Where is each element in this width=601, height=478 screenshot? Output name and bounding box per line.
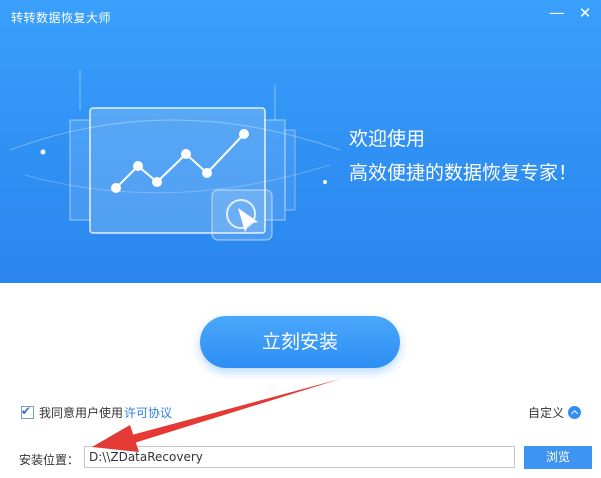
window-title: 转转数据恢复大师 [11, 11, 112, 25]
license-agreement-link[interactable]: 许可协议 [124, 404, 172, 421]
close-button[interactable]: ✕ [574, 4, 596, 22]
welcome-text: 欢迎使用 [349, 128, 426, 150]
custom-label: 自定义 [528, 406, 565, 420]
installer-window: 转转数据恢复大师 — ✕ 欢迎使用 高效便捷的数据恢复专家！ 立刻安装 ✔ 我同… [0, 0, 601, 478]
agreement-text: 我同意用户使用 [39, 405, 124, 420]
header-banner: 转转数据恢复大师 — ✕ 欢迎使用 高效便捷的数据恢复专家！ [0, 0, 601, 283]
install-path-input[interactable] [84, 446, 515, 468]
custom-install-toggle[interactable]: 自定义 [528, 404, 582, 421]
agreement-checkbox[interactable]: ✔ [21, 403, 34, 419]
chevron-up-icon [568, 406, 582, 419]
install-now-button[interactable]: 立刻安装 [200, 316, 400, 368]
agreement-row: ✔ 我同意用户使用 许可协议 [21, 404, 172, 420]
checkmark-icon: ✔ [21, 403, 32, 418]
minimize-button[interactable]: — [546, 4, 568, 22]
data-chart-illustration [9, 70, 341, 241]
browse-button[interactable]: 浏览 [524, 446, 592, 469]
slogan-text: 高效便捷的数据恢复专家！ [349, 162, 578, 184]
install-location-label: 安装位置： [19, 453, 80, 467]
